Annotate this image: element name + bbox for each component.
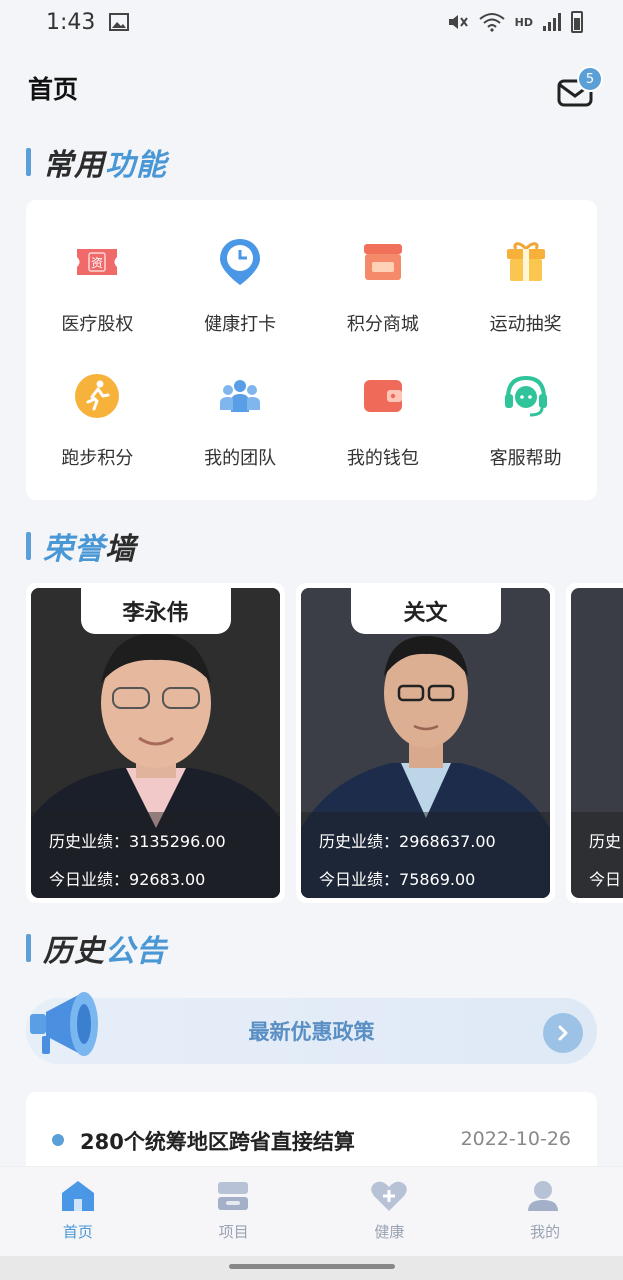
honor-name: 李永伟 <box>80 588 231 634</box>
history-value: 2968637.00 <box>399 832 496 851</box>
status-time: 1:43 <box>46 9 96 35</box>
tab-label: 我的 <box>530 1223 561 1241</box>
honor-card[interactable]: 历史 今日 <box>566 583 623 903</box>
user-icon <box>528 1181 559 1211</box>
section-title-part: 功能 <box>105 148 167 183</box>
function-sports-lottery[interactable]: 运动抽奖 <box>454 218 597 352</box>
today-label: 今日业绩： <box>319 870 400 889</box>
today-label: 今日业绩： <box>49 870 130 889</box>
news-bullet <box>52 1134 64 1146</box>
shop-icon <box>355 234 411 290</box>
function-my-wallet[interactable]: 我的钱包 <box>312 352 455 486</box>
tab-health[interactable]: 健康 <box>312 1167 468 1256</box>
promo-banner[interactable]: 最新优惠政策 <box>26 998 597 1064</box>
signal-icon <box>543 13 561 31</box>
svg-text:资: 资 <box>91 256 103 270</box>
function-grid: 资 医疗股权 健康打卡 积分商城 运动抽奖 跑步积分 我的团队 我的钱包 客服帮… <box>26 200 597 500</box>
function-running-points[interactable]: 跑步积分 <box>26 352 169 486</box>
news-title: 280个统筹地区跨省直接结算 <box>80 1130 355 1154</box>
section-title-honor: 荣誉墙 <box>26 524 136 568</box>
honor-card[interactable]: 李永伟 历史业绩：3135296.00 今日业绩：92683.00 <box>26 583 285 903</box>
headset-icon <box>498 368 554 424</box>
mute-icon <box>448 15 468 29</box>
equity-ticket-icon: 资 <box>69 234 125 290</box>
wallet-icon <box>355 368 411 424</box>
tab-label: 首页 <box>62 1223 93 1241</box>
project-icon <box>217 1182 248 1210</box>
honor-card[interactable]: 关文 历史业绩：2968637.00 今日业绩：75869.00 <box>296 583 555 903</box>
section-title-part: 荣誉 <box>43 532 105 567</box>
battery-icon <box>571 11 583 33</box>
runner-icon <box>69 368 125 424</box>
honor-stats: 历史 今日 <box>571 812 623 898</box>
honor-wall-carousel[interactable]: 李永伟 历史业绩：3135296.00 今日业绩：92683.00 关文 历史业… <box>26 583 623 903</box>
section-title-part: 墙 <box>105 532 136 567</box>
honor-stats: 历史业绩：3135296.00 今日业绩：92683.00 <box>31 812 280 898</box>
bottom-tab-bar: 首页 项目 健康 我的 <box>0 1166 623 1256</box>
function-label: 医疗股权 <box>61 314 134 335</box>
function-label: 客服帮助 <box>489 448 562 469</box>
honor-photo: 关文 历史业绩：2968637.00 今日业绩：75869.00 <box>301 588 550 898</box>
chevron-right-icon <box>558 1025 568 1041</box>
function-points-mall[interactable]: 积分商城 <box>312 218 455 352</box>
section-title-part: 常用 <box>43 148 105 183</box>
clock-pin-icon <box>212 234 268 290</box>
history-label: 历史业绩： <box>49 832 130 851</box>
section-title-functions: 常用功能 <box>26 140 167 184</box>
today-value: 75869.00 <box>399 870 476 889</box>
section-title-part: 历史 <box>43 934 105 969</box>
honor-stats: 历史业绩：2968637.00 今日业绩：75869.00 <box>301 812 550 898</box>
honor-photo: 历史 今日 <box>571 588 623 898</box>
tab-label: 健康 <box>374 1223 405 1241</box>
home-indicator[interactable] <box>229 1264 395 1269</box>
history-value: 3135296.00 <box>129 832 226 851</box>
function-label: 健康打卡 <box>204 314 277 335</box>
honor-name: 关文 <box>350 588 501 634</box>
section-bar <box>26 934 31 962</box>
unread-badge: 5 <box>577 66 603 92</box>
function-label: 我的钱包 <box>346 448 419 469</box>
function-label: 跑步积分 <box>61 448 134 469</box>
status-bar: 1:43 HD <box>0 0 623 44</box>
today-value: 92683.00 <box>129 870 206 889</box>
messages-button[interactable]: 5 <box>555 66 603 108</box>
history-label: 历史 <box>589 832 622 851</box>
megaphone-icon <box>30 992 98 1056</box>
section-title-history: 历史公告 <box>26 926 167 970</box>
news-date: 2022-10-26 <box>460 1128 571 1150</box>
section-bar <box>26 148 31 176</box>
hd-indicator: HD <box>514 15 533 29</box>
gift-icon <box>498 234 554 290</box>
honor-photo: 李永伟 历史业绩：3135296.00 今日业绩：92683.00 <box>31 588 280 898</box>
home-icon <box>61 1181 94 1211</box>
tab-label: 项目 <box>218 1223 249 1241</box>
tab-projects[interactable]: 项目 <box>156 1167 312 1256</box>
section-bar <box>26 532 31 560</box>
function-label: 积分商城 <box>346 314 419 335</box>
section-title-part: 公告 <box>105 934 167 969</box>
promo-banner-text: 最新优惠政策 <box>248 1020 375 1044</box>
function-label: 我的团队 <box>204 448 277 469</box>
wifi-icon <box>479 13 505 32</box>
function-health-checkin[interactable]: 健康打卡 <box>169 218 312 352</box>
app-header: 首页 5 <box>0 58 623 118</box>
function-customer-service[interactable]: 客服帮助 <box>454 352 597 486</box>
heart-plus-icon <box>371 1181 408 1211</box>
history-label: 历史业绩： <box>319 832 400 851</box>
tab-mine[interactable]: 我的 <box>467 1167 623 1256</box>
function-my-team[interactable]: 我的团队 <box>169 352 312 486</box>
function-equity[interactable]: 资 医疗股权 <box>26 218 169 352</box>
function-label: 运动抽奖 <box>489 314 562 335</box>
today-label: 今日 <box>589 870 622 889</box>
tab-home[interactable]: 首页 <box>0 1167 156 1256</box>
team-icon <box>212 368 268 424</box>
promo-arrow-button[interactable] <box>543 1013 583 1053</box>
page-title: 首页 <box>28 75 79 104</box>
image-notification-icon <box>109 13 130 31</box>
